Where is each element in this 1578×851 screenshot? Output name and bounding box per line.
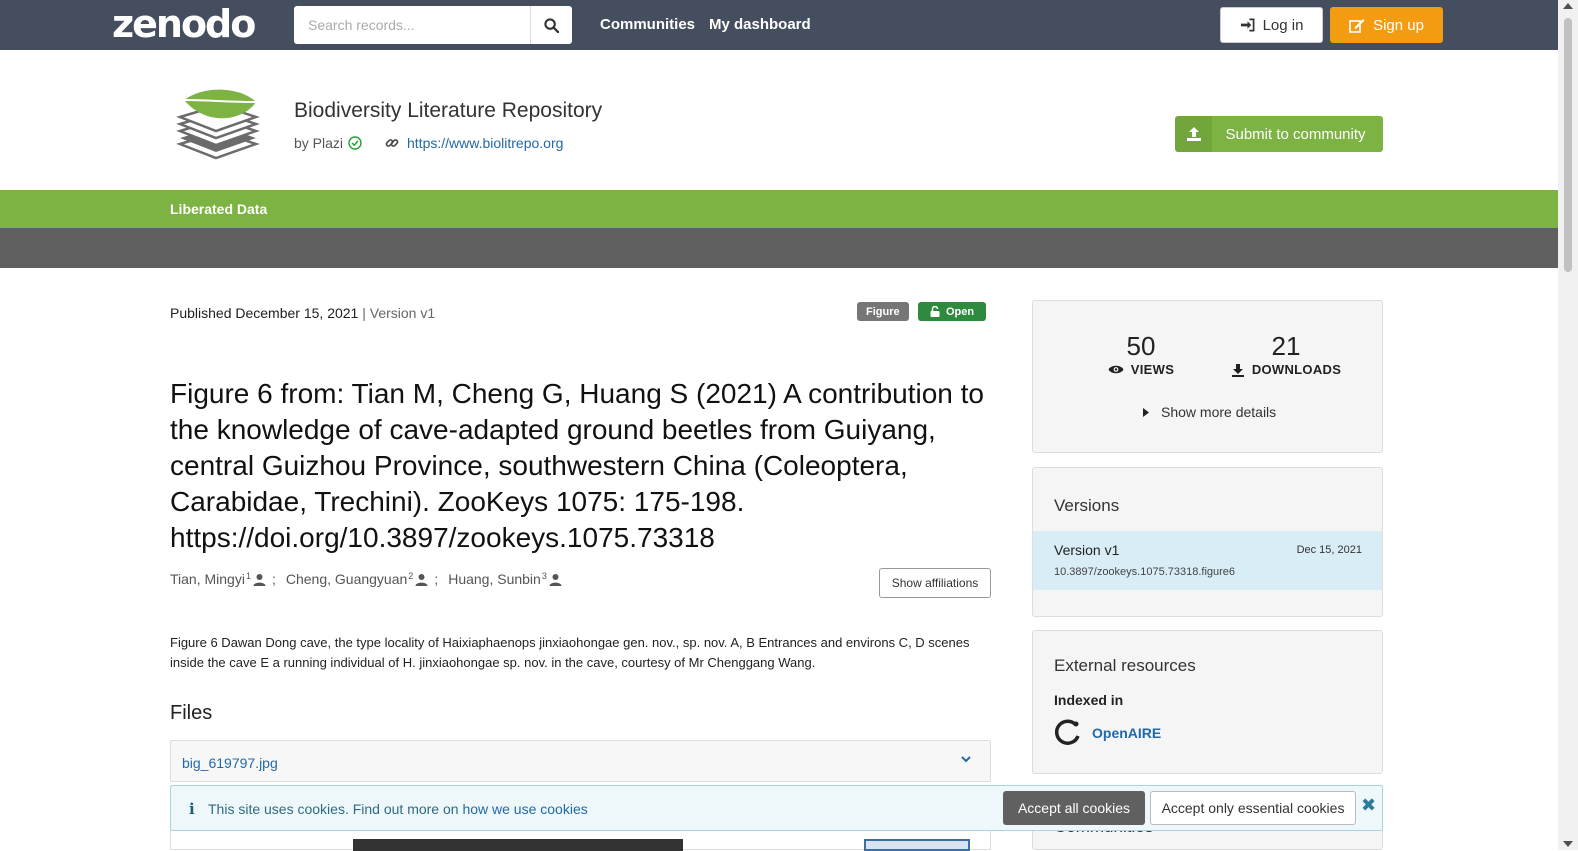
external-resources-panel: External resources Indexed in OpenAIRE [1032,630,1383,774]
user-icon [549,573,562,586]
search-box [294,6,572,44]
downloads-stat: 21 DOWNLOADS [1226,331,1346,377]
indexed-in-label: Indexed in [1054,692,1124,708]
downloads-label: DOWNLOADS [1251,362,1342,377]
record-description: Figure 6 Dawan Dong cave, the type local… [170,635,970,670]
nav-communities-link[interactable]: Communities [600,16,695,33]
show-more-details-toggle[interactable]: Show more details [1143,404,1276,420]
community-owner-label: by Plazi [294,135,344,151]
submit-label: Submit to community [1225,125,1366,143]
signup-label: Sign up [1373,16,1424,34]
file-name-link[interactable]: big_619797.jpg [182,755,278,771]
creator-affiliation-number: 2 [408,571,414,581]
creator-item[interactable]: Tian, Mingyi 1 [170,571,266,587]
creator-name: Huang, Sunbin [448,571,541,587]
user-icon [253,573,266,586]
record-title: Figure 6 from: Tian M, Cheng G, Huang S … [170,378,984,553]
openaire-link[interactable]: OpenAIRE [1054,719,1161,747]
login-label: Log in [1262,16,1304,34]
creator-item[interactable]: Cheng, Guangyuan 2 [286,571,428,587]
search-button[interactable] [530,6,572,44]
accept-all-cookies-button[interactable]: Accept all cookies [1003,791,1145,825]
community-logo [176,86,260,162]
cookie-message: This site uses cookies. Find out more on… [208,801,588,817]
upload-icon [1175,116,1212,152]
close-icon[interactable]: ✖ [1361,795,1376,816]
menu-liberated-data[interactable]: Liberated Data [170,201,267,217]
accept-essential-cookies-button[interactable]: Accept only essential cookies [1150,791,1356,825]
chevron-down-icon[interactable] [960,753,972,765]
search-input[interactable] [294,6,530,44]
versions-heading: Versions [1054,496,1120,515]
community-menu-bar: Liberated Data [0,190,1558,228]
submit-to-community-button[interactable]: Submit to community [1175,116,1383,152]
publication-info: Published December 15, 2021 | Version v1 [170,305,435,321]
eye-icon [1108,365,1124,374]
verified-check-icon [348,136,362,150]
openaire-logo-icon [1054,719,1080,745]
creators-list: Tian, Mingyi 1 ; Cheng, Guangyuan 2 ; Huan… [170,571,562,587]
resource-type-badge: Figure [857,302,909,321]
download-icon [1231,363,1244,377]
preview-thumbnail [864,839,970,851]
views-label-row: VIEWS [1096,362,1186,377]
zenodo-logo[interactable]: zenodo [112,3,256,45]
downloads-label-row: DOWNLOADS [1226,362,1346,377]
link-icon [385,139,399,147]
versions-panel: Versions Version v1 Dec 15, 2021 10.3897… [1032,467,1383,617]
cookie-message-text: This site uses cookies. Find out more on [208,801,463,817]
edit-icon [1349,18,1365,33]
creator-separator: ; [271,571,276,587]
file-accordion[interactable]: big_619797.jpg [170,740,991,782]
nav-dashboard-link[interactable]: My dashboard [709,16,811,33]
page-scrollbar[interactable] [1558,0,1578,850]
creator-name: Cheng, Guangyuan [285,571,408,587]
community-owner: by Plazi [294,135,362,151]
publication-separator: | [362,305,366,321]
creator-affiliation-number: 3 [541,571,547,581]
community-website: https://www.biolitrepo.org [385,135,563,151]
signup-button[interactable]: Sign up [1330,7,1443,43]
creator-separator: ; [434,571,439,587]
preview-image [353,839,683,851]
published-date: Published December 15, 2021 [170,305,359,321]
sign-in-icon [1240,18,1254,32]
stats-panel: 50 VIEWS 21 DOWNLOADS Show more details [1032,300,1383,453]
scroll-up-arrow-icon[interactable] [1563,3,1573,9]
scroll-down-arrow-icon[interactable] [1563,841,1573,847]
views-stat: 50 VIEWS [1096,331,1186,377]
creator-affiliation-number: 1 [245,571,251,581]
version-label: Version v1 [369,305,436,321]
access-badge-label: Open [945,305,975,318]
show-affiliations-button[interactable]: Show affiliations [879,568,991,598]
cookie-banner: i This site uses cookies. Find out more … [170,785,1383,831]
show-more-details-label: Show more details [1161,404,1277,420]
access-badge: Open [918,302,986,321]
community-sub-bar [0,228,1558,268]
creator-name: Tian, Mingyi [170,571,245,587]
version-item-date: Dec 15, 2021 [1296,544,1362,556]
community-url-link[interactable]: https://www.biolitrepo.org [407,135,563,151]
version-item[interactable]: Version v1 Dec 15, 2021 10.3897/zookeys.… [1033,531,1382,590]
views-count: 50 [1126,331,1156,361]
top-navbar: zenodo Communities My dashboard Log in S… [0,0,1558,50]
search-icon [544,17,559,33]
downloads-count: 21 [1271,331,1301,361]
login-button[interactable]: Log in [1220,7,1323,43]
cookie-policy-link[interactable]: how we use cookies [462,801,587,817]
info-icon: i [189,800,195,818]
openaire-label[interactable]: OpenAIRE [1092,725,1161,741]
external-resources-heading: External resources [1054,656,1196,675]
views-label: VIEWS [1130,362,1175,377]
user-icon [415,573,428,586]
caret-right-icon [1143,407,1149,417]
scroll-thumb[interactable] [1564,18,1572,272]
files-heading: Files [170,702,213,724]
version-item-label: Version v1 [1054,542,1120,558]
creator-item[interactable]: Huang, Sunbin 3 [448,571,562,587]
version-item-doi: 10.3897/zookeys.1075.73318.figure6 [1054,566,1236,578]
community-title: Biodiversity Literature Repository [294,99,603,122]
unlock-icon [930,306,940,317]
